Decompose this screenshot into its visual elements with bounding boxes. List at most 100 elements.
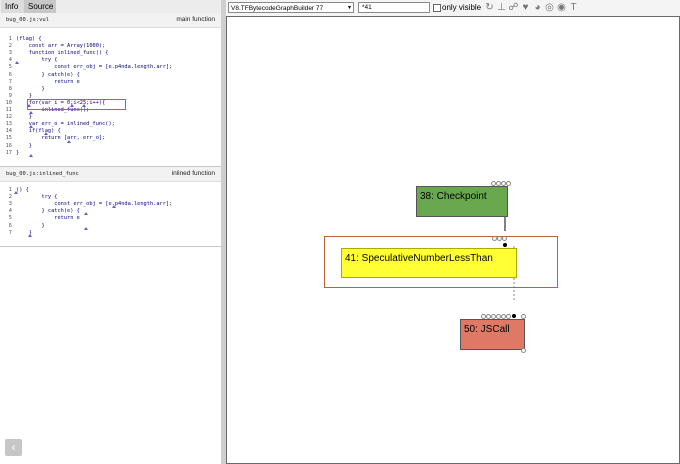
chevron-left-icon: ‹ [11,440,16,454]
line-number: 7 [8,229,12,236]
source-position-marker[interactable] [67,139,71,143]
output-port[interactable] [503,243,507,247]
source-panel: Info Source bug_00.js:vul main function … [0,0,222,464]
line-text: } [16,85,45,92]
line-number: 17 [5,149,12,156]
inlined-function-file: bug_00.js:inlined_func [6,171,79,177]
node-label: 38: Checkpoint [420,191,487,202]
line-number: 14 [5,128,12,135]
source-position-marker[interactable] [14,191,18,195]
line-text: const arr = Array(1000); [16,43,106,50]
line-number: 4 [8,57,12,64]
line-number: 15 [5,135,12,142]
line-text: } [16,222,45,229]
line-number: 4 [8,208,12,215]
graph-node-speculative-number-less-than[interactable]: 41: SpeculativeNumberLessThan [341,248,517,278]
main-function-file: bug_00.js:vul [6,17,50,23]
node-label: 41: SpeculativeNumberLessThan [345,253,493,264]
source-position-marker[interactable] [112,205,116,209]
inlined-function-kind: inlined function [171,170,215,177]
line-text: (flag) { [16,36,42,42]
source-position-marker[interactable] [29,125,33,129]
source-position-marker[interactable] [44,132,48,136]
node-label: 50: JSCall [464,324,510,335]
types-icon[interactable]: T [568,2,579,13]
input-port[interactable] [502,236,507,241]
collapse-left-panel-button[interactable]: ‹ [5,439,22,456]
line-text: const err_obj = [e.p4nda.length.arr]; [16,64,173,71]
hide-unselected-icon[interactable]: ♥ [520,2,531,13]
line-number: 13 [5,121,12,128]
line-number: 2 [8,43,12,50]
main-function-header: bug_00.js:vul main function [0,13,221,28]
input-port[interactable] [506,314,511,319]
line-text: } [16,114,32,121]
chevron-down-icon: ▾ [347,5,351,11]
source-position-marker[interactable] [82,104,86,107]
graph-panel: V8.TFBytecodeGraphBuilder 77 ▾ *41 only … [226,0,680,464]
tab-source[interactable]: Source [24,0,56,13]
line-number: 5 [8,64,12,71]
toggle-visibility-icon[interactable]: ◉ [556,2,567,13]
input-port[interactable] [506,181,511,186]
line-text: if(flag) { [16,128,61,135]
layout-icon[interactable]: ↻ [484,2,495,13]
toggle-types-icon[interactable]: ☍ [508,2,519,13]
line-number: 1 [8,187,12,193]
tab-info[interactable]: Info [1,0,24,13]
phase-select[interactable]: V8.TFBytecodeGraphBuilder 77 ▾ [228,2,354,13]
source-position-marker[interactable] [29,111,33,115]
inlined-function-code[interactable]: 1() {2 try {3 const err_obj = [e.p4nda.l… [0,187,221,243]
line-number: 2 [8,194,12,201]
output-port[interactable] [521,348,526,353]
only-visible-label: only visible [442,3,482,12]
line-number: 8 [8,85,12,92]
source-position-marker[interactable] [70,104,74,107]
show-all-icon[interactable]: ⊥ [496,2,507,13]
main-function-code[interactable]: 1 (flag) { 2 const arr = Array(1000); 3 fun… [0,36,221,166]
line-number: 10 [5,99,12,106]
line-number: 6 [8,222,12,229]
graph-node-checkpoint[interactable]: 38: Checkpoint [416,186,508,217]
graph-toolbar: V8.TFBytecodeGraphBuilder 77 ▾ *41 only … [226,0,680,16]
line-text: return e [16,78,80,85]
only-visible-checkbox[interactable] [433,4,441,12]
source-position-marker[interactable] [84,226,88,230]
line-number: 16 [5,142,12,149]
line-number: 6 [8,71,12,78]
main-function-kind: main function [176,16,215,23]
line-text: } catch(e) { [16,208,80,215]
line-number: 3 [8,50,12,57]
line-text: } [16,142,32,149]
line-number: 11 [5,107,12,113]
graph-node-jscall[interactable]: 50: JSCall [460,319,525,350]
line-number: 1 [8,36,12,42]
source-tabs: Info Source [0,0,221,13]
line-number: 9 [8,92,12,99]
search-input[interactable]: *41 [358,2,430,13]
source-position-marker[interactable] [27,104,31,107]
source-position-marker[interactable] [84,212,88,216]
line-text: return [arr, err_o]; [16,135,106,142]
line-text: const err_obj = [e.p4nda.length.arr]; [16,201,173,208]
line-text: function inlined_func() { [16,50,109,57]
line-number: 3 [8,201,12,208]
output-port[interactable] [512,314,516,318]
line-text: return e [16,215,80,222]
phase-select-value: V8.TFBytecodeGraphBuilder 77 [231,5,324,12]
line-text: try { [16,194,58,201]
line-number: 12 [5,114,12,121]
line-text: } [16,149,20,156]
hide-selected-icon[interactable]: ◕ [532,2,543,13]
line-number: 7 [8,78,12,85]
zoom-icon[interactable]: ◎ [544,2,555,13]
source-position-marker[interactable] [15,61,19,65]
source-position-marker[interactable] [28,233,32,237]
section-divider [0,246,221,247]
input-port[interactable] [521,314,526,319]
inlined-function-header: bug_00.js:inlined_func inlined function [0,167,221,182]
line-text: } catch(e) { [16,71,80,78]
graph-canvas[interactable]: 38: Checkpoint 41: SpeculativeNumberLess… [226,16,680,464]
source-position-marker[interactable] [29,153,33,157]
selected-source-range [27,98,126,110]
